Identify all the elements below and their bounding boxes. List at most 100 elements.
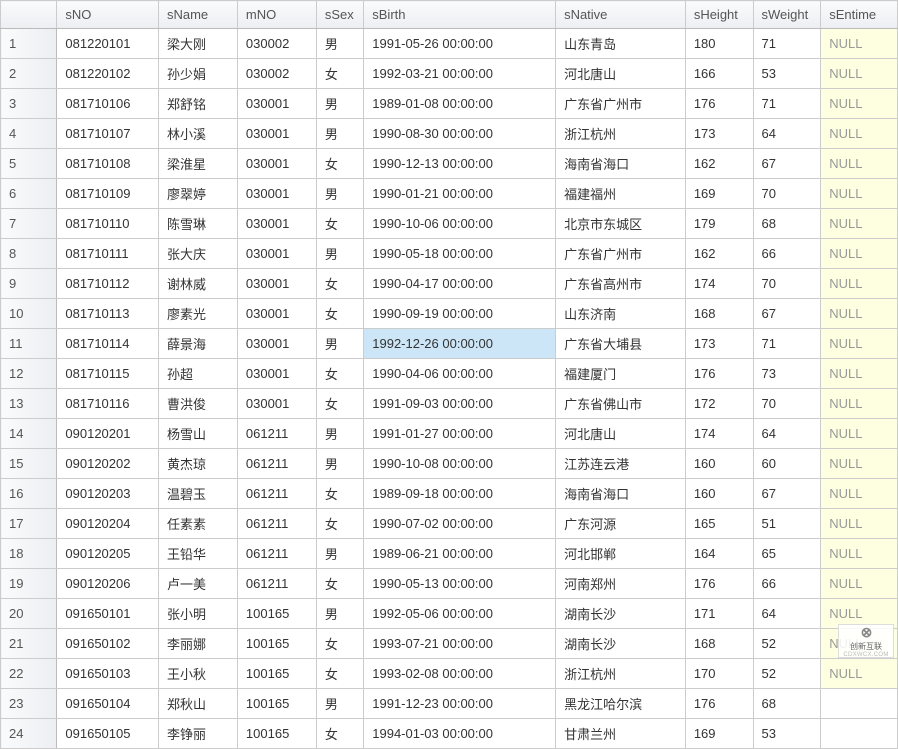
table-row[interactable]: 14090120201杨雪山061211男1991-01-27 00:00:00… xyxy=(1,419,898,449)
cell-sweight[interactable]: 71 xyxy=(753,89,821,119)
cell-sbirth[interactable]: 1989-01-08 00:00:00 xyxy=(364,89,556,119)
cell-sweight[interactable]: 67 xyxy=(753,479,821,509)
row-number-cell[interactable]: 18 xyxy=(1,539,57,569)
header-sweight[interactable]: sWeight xyxy=(753,1,821,29)
row-number-cell[interactable]: 23 xyxy=(1,689,57,719)
cell-sentime[interactable]: NULL xyxy=(821,299,898,329)
cell-mno[interactable]: 030001 xyxy=(237,269,316,299)
cell-mno[interactable]: 100165 xyxy=(237,659,316,689)
cell-sweight[interactable]: 52 xyxy=(753,659,821,689)
table-row[interactable]: 7081710110陈雪琳030001女1990-10-06 00:00:00北… xyxy=(1,209,898,239)
cell-sweight[interactable]: 66 xyxy=(753,569,821,599)
cell-snative[interactable]: 福建厦门 xyxy=(556,359,686,389)
cell-snative[interactable]: 河北邯郸 xyxy=(556,539,686,569)
cell-sentime[interactable]: NULL xyxy=(821,119,898,149)
row-number-cell[interactable]: 15 xyxy=(1,449,57,479)
cell-sname[interactable]: 黄杰琼 xyxy=(158,449,237,479)
cell-mno[interactable]: 030002 xyxy=(237,29,316,59)
cell-sno[interactable]: 081710106 xyxy=(57,89,159,119)
cell-sweight[interactable]: 67 xyxy=(753,299,821,329)
cell-sno[interactable]: 091650101 xyxy=(57,599,159,629)
cell-sentime[interactable]: NULL xyxy=(821,149,898,179)
cell-sentime[interactable]: NULL xyxy=(821,179,898,209)
data-grid[interactable]: sNO sName mNO sSex sBirth sNative sHeigh… xyxy=(0,0,898,749)
cell-sweight[interactable]: 60 xyxy=(753,449,821,479)
table-row[interactable]: 23091650104郑秋山100165男1991-12-23 00:00:00… xyxy=(1,689,898,719)
cell-sweight[interactable]: 52 xyxy=(753,629,821,659)
cell-ssex[interactable]: 女 xyxy=(316,359,363,389)
header-sname[interactable]: sName xyxy=(158,1,237,29)
cell-snative[interactable]: 河南郑州 xyxy=(556,569,686,599)
cell-sbirth[interactable]: 1990-04-17 00:00:00 xyxy=(364,269,556,299)
cell-sname[interactable]: 陈雪琳 xyxy=(158,209,237,239)
cell-snative[interactable]: 广东省大埔县 xyxy=(556,329,686,359)
table-row[interactable]: 11081710114薛景海030001男1992-12-26 00:00:00… xyxy=(1,329,898,359)
row-number-cell[interactable]: 13 xyxy=(1,389,57,419)
cell-sname[interactable]: 梁淮星 xyxy=(158,149,237,179)
cell-ssex[interactable]: 女 xyxy=(316,659,363,689)
cell-snative[interactable]: 山东青岛 xyxy=(556,29,686,59)
cell-sbirth[interactable]: 1990-10-08 00:00:00 xyxy=(364,449,556,479)
cell-sno[interactable]: 081710109 xyxy=(57,179,159,209)
cell-mno[interactable]: 030001 xyxy=(237,119,316,149)
row-number-cell[interactable]: 12 xyxy=(1,359,57,389)
cell-sname[interactable]: 梁大刚 xyxy=(158,29,237,59)
cell-snative[interactable]: 河北唐山 xyxy=(556,59,686,89)
cell-sentime[interactable]: NULL xyxy=(821,659,898,689)
cell-sweight[interactable]: 68 xyxy=(753,689,821,719)
cell-mno[interactable]: 061211 xyxy=(237,419,316,449)
cell-sname[interactable]: 王铅华 xyxy=(158,539,237,569)
cell-sno[interactable]: 091650105 xyxy=(57,719,159,749)
table-row[interactable]: 15090120202黄杰琼061211男1990-10-08 00:00:00… xyxy=(1,449,898,479)
table-row[interactable]: 6081710109廖翠婷030001男1990-01-21 00:00:00福… xyxy=(1,179,898,209)
row-number-cell[interactable]: 2 xyxy=(1,59,57,89)
table-row[interactable]: 17090120204任素素061211女1990-07-02 00:00:00… xyxy=(1,509,898,539)
cell-sno[interactable]: 090120203 xyxy=(57,479,159,509)
cell-ssex[interactable]: 男 xyxy=(316,89,363,119)
table-row[interactable]: 1081220101梁大刚030002男1991-05-26 00:00:00山… xyxy=(1,29,898,59)
cell-snative[interactable]: 广东省广州市 xyxy=(556,89,686,119)
cell-sno[interactable]: 081710114 xyxy=(57,329,159,359)
cell-sentime[interactable]: NULL xyxy=(821,329,898,359)
cell-ssex[interactable]: 女 xyxy=(316,479,363,509)
cell-sentime[interactable]: NULL xyxy=(821,209,898,239)
cell-snative[interactable]: 河北唐山 xyxy=(556,419,686,449)
cell-sname[interactable]: 郑秋山 xyxy=(158,689,237,719)
cell-ssex[interactable]: 女 xyxy=(316,569,363,599)
cell-sheight[interactable]: 180 xyxy=(685,29,753,59)
cell-sbirth[interactable]: 1993-02-08 00:00:00 xyxy=(364,659,556,689)
cell-snative[interactable]: 浙江杭州 xyxy=(556,659,686,689)
cell-mno[interactable]: 061211 xyxy=(237,509,316,539)
cell-sentime[interactable]: NULL xyxy=(821,269,898,299)
cell-sheight[interactable]: 168 xyxy=(685,629,753,659)
cell-sentime[interactable]: NULL xyxy=(821,29,898,59)
cell-sweight[interactable]: 70 xyxy=(753,269,821,299)
cell-sbirth[interactable]: 1991-09-03 00:00:00 xyxy=(364,389,556,419)
cell-ssex[interactable]: 男 xyxy=(316,539,363,569)
row-number-cell[interactable]: 9 xyxy=(1,269,57,299)
table-row[interactable]: 10081710113廖素光030001女1990-09-19 00:00:00… xyxy=(1,299,898,329)
cell-sbirth[interactable]: 1991-05-26 00:00:00 xyxy=(364,29,556,59)
cell-sweight[interactable]: 67 xyxy=(753,149,821,179)
cell-sname[interactable]: 薛景海 xyxy=(158,329,237,359)
cell-sweight[interactable]: 64 xyxy=(753,119,821,149)
header-rownum[interactable] xyxy=(1,1,57,29)
cell-ssex[interactable]: 男 xyxy=(316,179,363,209)
cell-sno[interactable]: 091650102 xyxy=(57,629,159,659)
header-sentime[interactable]: sEntime xyxy=(821,1,898,29)
row-number-cell[interactable]: 16 xyxy=(1,479,57,509)
table-row[interactable]: 19090120206卢一美061211女1990-05-13 00:00:00… xyxy=(1,569,898,599)
row-number-cell[interactable]: 22 xyxy=(1,659,57,689)
table-row[interactable]: 24091650105李铮丽100165女1994-01-03 00:00:00… xyxy=(1,719,898,749)
row-number-cell[interactable]: 7 xyxy=(1,209,57,239)
cell-sheight[interactable]: 174 xyxy=(685,419,753,449)
header-ssex[interactable]: sSex xyxy=(316,1,363,29)
cell-sheight[interactable]: 179 xyxy=(685,209,753,239)
cell-ssex[interactable]: 男 xyxy=(316,689,363,719)
cell-sname[interactable]: 温碧玉 xyxy=(158,479,237,509)
cell-mno[interactable]: 061211 xyxy=(237,539,316,569)
cell-sno[interactable]: 081710115 xyxy=(57,359,159,389)
cell-sweight[interactable]: 66 xyxy=(753,239,821,269)
cell-snative[interactable]: 广东省高州市 xyxy=(556,269,686,299)
cell-sbirth[interactable]: 1991-12-23 00:00:00 xyxy=(364,689,556,719)
